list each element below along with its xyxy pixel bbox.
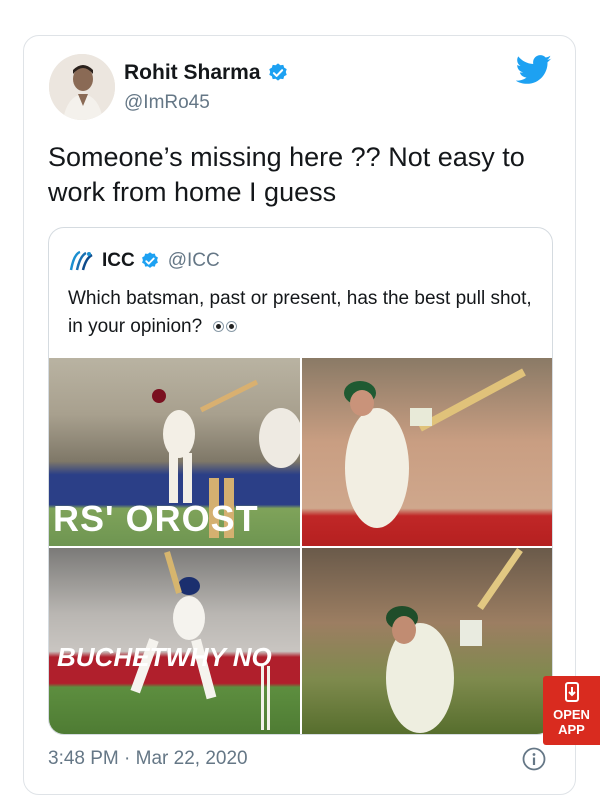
open-app-label: OPEN APP xyxy=(553,707,590,737)
info-icon[interactable] xyxy=(522,747,546,771)
author-handle[interactable]: @ImRo45 xyxy=(124,92,210,114)
verified-icon xyxy=(141,252,158,268)
avatar[interactable] xyxy=(49,54,115,120)
open-app-button[interactable]: OPEN APP xyxy=(543,676,600,745)
photo-batsman-2[interactable] xyxy=(302,358,552,546)
twitter-bird-icon[interactable] xyxy=(516,54,552,86)
photo-banner-1: RS' OROST xyxy=(53,498,259,539)
quoted-text-body: Which batsman, past or present, has the … xyxy=(68,288,532,337)
tweet-text: Someone’s missing here ?? Not easy to wo… xyxy=(48,142,525,207)
photo-batsman-4[interactable] xyxy=(302,548,552,734)
quoted-tweet[interactable]: ICC @ICC Which batsman, past or present,… xyxy=(48,227,553,735)
phone-icon xyxy=(564,682,579,702)
photo-banner-3: BUCHETWHY NO xyxy=(57,642,272,672)
quoted-text: Which batsman, past or present, has the … xyxy=(68,285,538,341)
tweet-timestamp[interactable]: 3:48 PM · Mar 22, 2020 xyxy=(48,748,248,770)
verified-icon xyxy=(268,63,287,81)
author-name[interactable]: Rohit Sharma xyxy=(124,61,261,85)
quoted-author-name[interactable]: ICC xyxy=(102,250,135,272)
eyes-emoji-icon xyxy=(213,313,239,341)
icc-logo-icon xyxy=(69,250,93,271)
photo-batsman-3[interactable]: BUCHETWHY NO xyxy=(49,548,300,734)
photo-batsman-1[interactable]: RS' OROST xyxy=(49,358,300,546)
quoted-author-handle[interactable]: @ICC xyxy=(168,250,220,272)
